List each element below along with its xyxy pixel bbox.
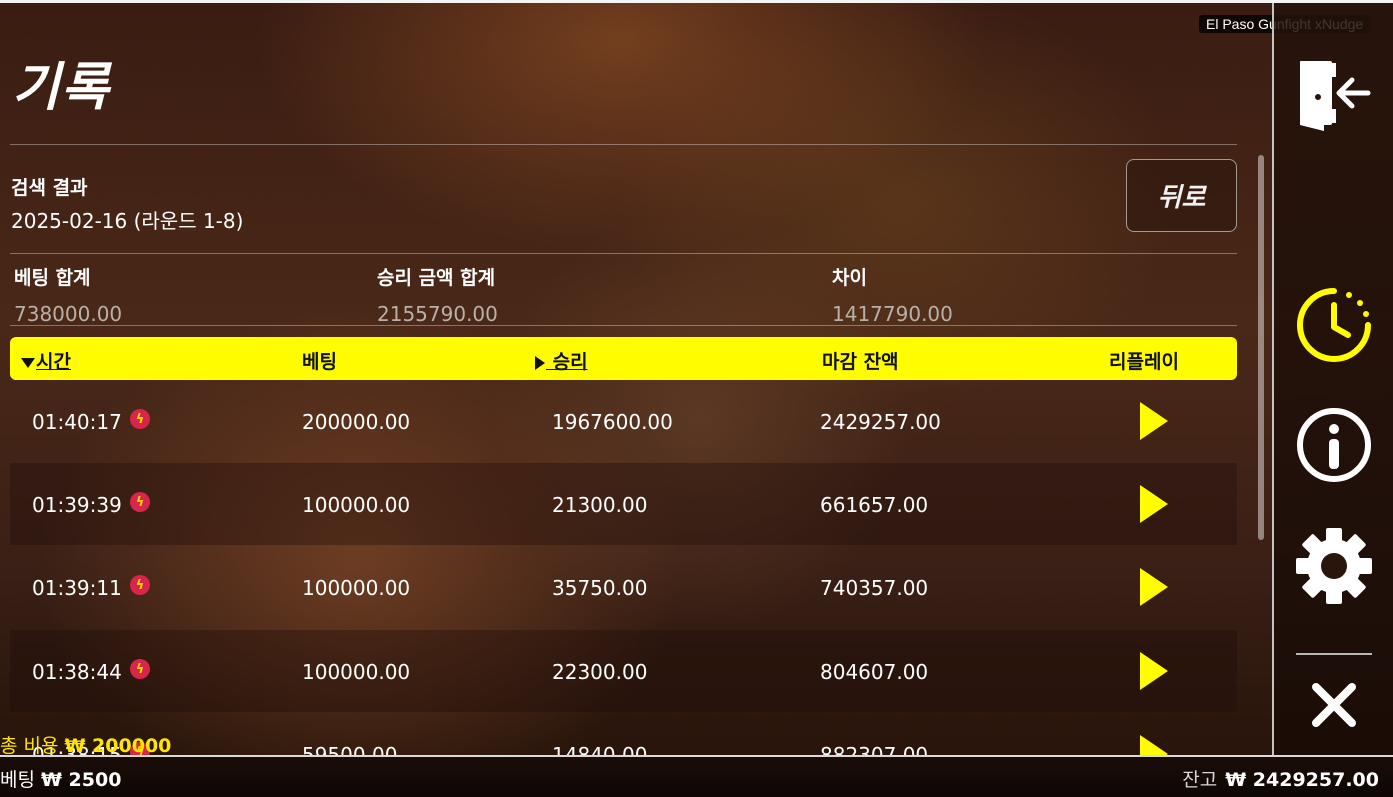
bet-total-summary: 베팅 합계 738000.00 xyxy=(14,263,122,326)
column-header-win[interactable]: 승리 xyxy=(534,347,588,374)
bet-total-value: 738000.00 xyxy=(14,302,123,326)
row-time: 01:40:17 xyxy=(32,410,122,434)
row-bet: 100000.00 xyxy=(302,660,411,684)
row-balance: 661657.00 xyxy=(820,493,929,517)
info-button[interactable] xyxy=(1294,405,1374,485)
balance-value: ₩ 2429257.00 xyxy=(1225,769,1379,791)
column-header-time-label: 시간 xyxy=(36,351,71,373)
bet-total-label: 베팅 합계 xyxy=(14,267,91,289)
bottom-bar: 베팅 ₩ 2500 잔고 ₩ 2429257.00 xyxy=(0,755,1393,797)
row-balance: 804607.00 xyxy=(820,660,929,684)
current-bet: 베팅 ₩ 2500 xyxy=(0,765,121,792)
exit-door-icon xyxy=(1300,61,1371,131)
row-win: 35750.00 xyxy=(552,576,648,600)
balance: 잔고 ₩ 2429257.00 xyxy=(1182,765,1379,792)
column-header-replay: 리플레이 xyxy=(1109,351,1179,373)
row-win: 22300.00 xyxy=(552,660,648,684)
history-panel: 기록 검색 결과 2025-02-16 (라운드 1-8) 뒤로 베팅 합계 7… xyxy=(0,3,1272,755)
balance-label: 잔고 xyxy=(1182,769,1218,791)
row-time: 01:38:44 xyxy=(32,660,122,684)
table-row: 01:39:11 ϟ 100000.00 35750.00 740357.00 xyxy=(10,546,1237,628)
divider xyxy=(10,325,1237,326)
column-header-balance[interactable]: 마감 잔액 xyxy=(822,347,899,374)
search-date-range: 2025-02-16 (라운드 1-8) xyxy=(11,209,244,233)
row-win: 14840.00 xyxy=(552,743,648,755)
total-cost-label: 총 비용 xyxy=(0,735,59,757)
replay-play-icon[interactable] xyxy=(1140,652,1168,690)
row-bet: 100000.00 xyxy=(302,493,411,517)
divider xyxy=(10,144,1237,145)
history-button[interactable] xyxy=(1294,285,1374,365)
table-row: 01:39:39 ϟ 100000.00 21300.00 661657.00 xyxy=(10,463,1237,545)
row-bet: 100000.00 xyxy=(302,576,411,600)
settings-button[interactable] xyxy=(1294,526,1374,606)
exit-button[interactable] xyxy=(1294,53,1374,133)
row-win: 1967600.00 xyxy=(552,410,673,434)
difference-summary: 차이 1417790.00 xyxy=(832,263,953,326)
gear-icon xyxy=(1296,528,1372,604)
row-win: 21300.00 xyxy=(552,493,648,517)
info-icon xyxy=(1297,408,1371,482)
total-cost: 총 비용 ₩ 200000 xyxy=(0,731,171,758)
bet-value: ₩ 2500 xyxy=(40,769,122,791)
bet-label: 베팅 xyxy=(0,769,35,791)
close-icon xyxy=(1312,683,1356,727)
replay-play-icon[interactable] xyxy=(1140,568,1168,606)
scrollbar[interactable] xyxy=(1258,155,1264,540)
row-balance: 2429257.00 xyxy=(820,410,941,434)
table-row: 01:38:44 ϟ 100000.00 22300.00 804607.00 xyxy=(10,630,1237,712)
row-time: 01:39:11 xyxy=(32,576,122,600)
table-header: 시간 베팅 승리 마감 잔액 리플레이 xyxy=(10,337,1237,380)
bolt-icon: ϟ xyxy=(130,492,150,512)
row-time: 01:39:39 xyxy=(32,493,122,517)
replay-play-icon[interactable] xyxy=(1140,735,1168,755)
row-balance: 882307.00 xyxy=(820,743,929,755)
table-row: 01:38:15 ϟ 59500.00 14840.00 882307.00 xyxy=(10,713,1237,755)
bolt-icon: ϟ xyxy=(130,409,150,429)
sort-descending-icon xyxy=(21,357,35,368)
search-result-label: 검색 결과 xyxy=(11,177,88,199)
column-header-bet[interactable]: 베팅 xyxy=(302,347,337,374)
difference-value: 1417790.00 xyxy=(832,302,953,326)
replay-play-icon[interactable] xyxy=(1140,402,1168,440)
back-button[interactable]: 뒤로 xyxy=(1126,159,1237,232)
sort-right-icon xyxy=(535,355,545,370)
history-clock-icon xyxy=(1297,288,1371,362)
divider xyxy=(10,253,1237,254)
bolt-icon: ϟ xyxy=(130,575,150,595)
win-total-label: 승리 금액 합계 xyxy=(377,267,496,289)
sidebar-divider xyxy=(1296,653,1372,655)
close-button[interactable] xyxy=(1294,665,1374,745)
win-total-value: 2155790.00 xyxy=(377,302,498,326)
row-bet: 59500.00 xyxy=(302,743,398,755)
row-balance: 740357.00 xyxy=(820,576,929,600)
sidebar xyxy=(1272,3,1393,755)
replay-play-icon[interactable] xyxy=(1140,485,1168,523)
bolt-icon: ϟ xyxy=(130,659,150,679)
total-cost-value: ₩ 200000 xyxy=(64,735,172,757)
column-header-time[interactable]: 시간 xyxy=(20,347,71,374)
difference-label: 차이 xyxy=(832,267,867,289)
page-title: 기록 xyxy=(12,58,110,118)
win-total-summary: 승리 금액 합계 2155790.00 xyxy=(377,263,498,326)
row-bet: 200000.00 xyxy=(302,410,411,434)
column-header-win-label: 승리 xyxy=(546,351,588,373)
table-row: 01:40:17 ϟ 200000.00 1967600.00 2429257.… xyxy=(10,380,1237,462)
